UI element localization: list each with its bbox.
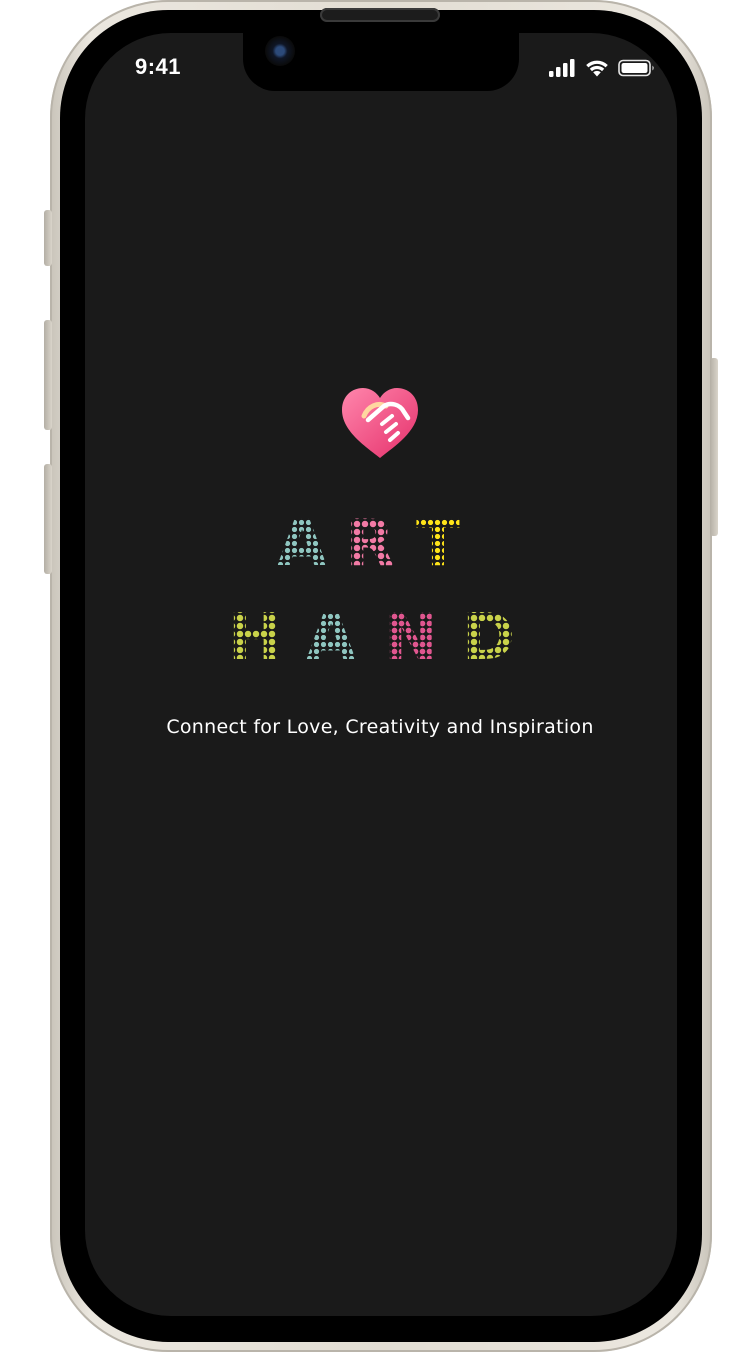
front-camera-icon (265, 36, 295, 66)
power-button (710, 358, 718, 536)
heart-handshake-icon (342, 388, 418, 458)
title-letter: A (306, 601, 356, 675)
action-button (44, 210, 52, 266)
tagline: Connect for Love, Creativity and Inspira… (166, 716, 594, 738)
status-icons (548, 58, 656, 78)
title-letter: D (462, 601, 516, 675)
title-letter: A (277, 507, 327, 581)
title-letter: R (345, 507, 395, 581)
title-letter: H (228, 601, 282, 675)
app-title-line-2: H A N D (0, 606, 740, 670)
app-title-line-1: A R T (0, 512, 740, 576)
earpiece-speaker (320, 8, 440, 22)
signal-icon (549, 59, 575, 77)
volume-up-button (44, 320, 52, 430)
splash-screen: 9:41 A R T H A N D Connect for Love, Cre… (0, 0, 740, 1352)
title-letter: T (413, 512, 463, 576)
app-screen (85, 33, 677, 1316)
battery-icon (618, 59, 654, 77)
title-letter: N (384, 601, 438, 675)
wifi-icon (586, 60, 608, 77)
status-time: 9:41 (135, 54, 182, 79)
